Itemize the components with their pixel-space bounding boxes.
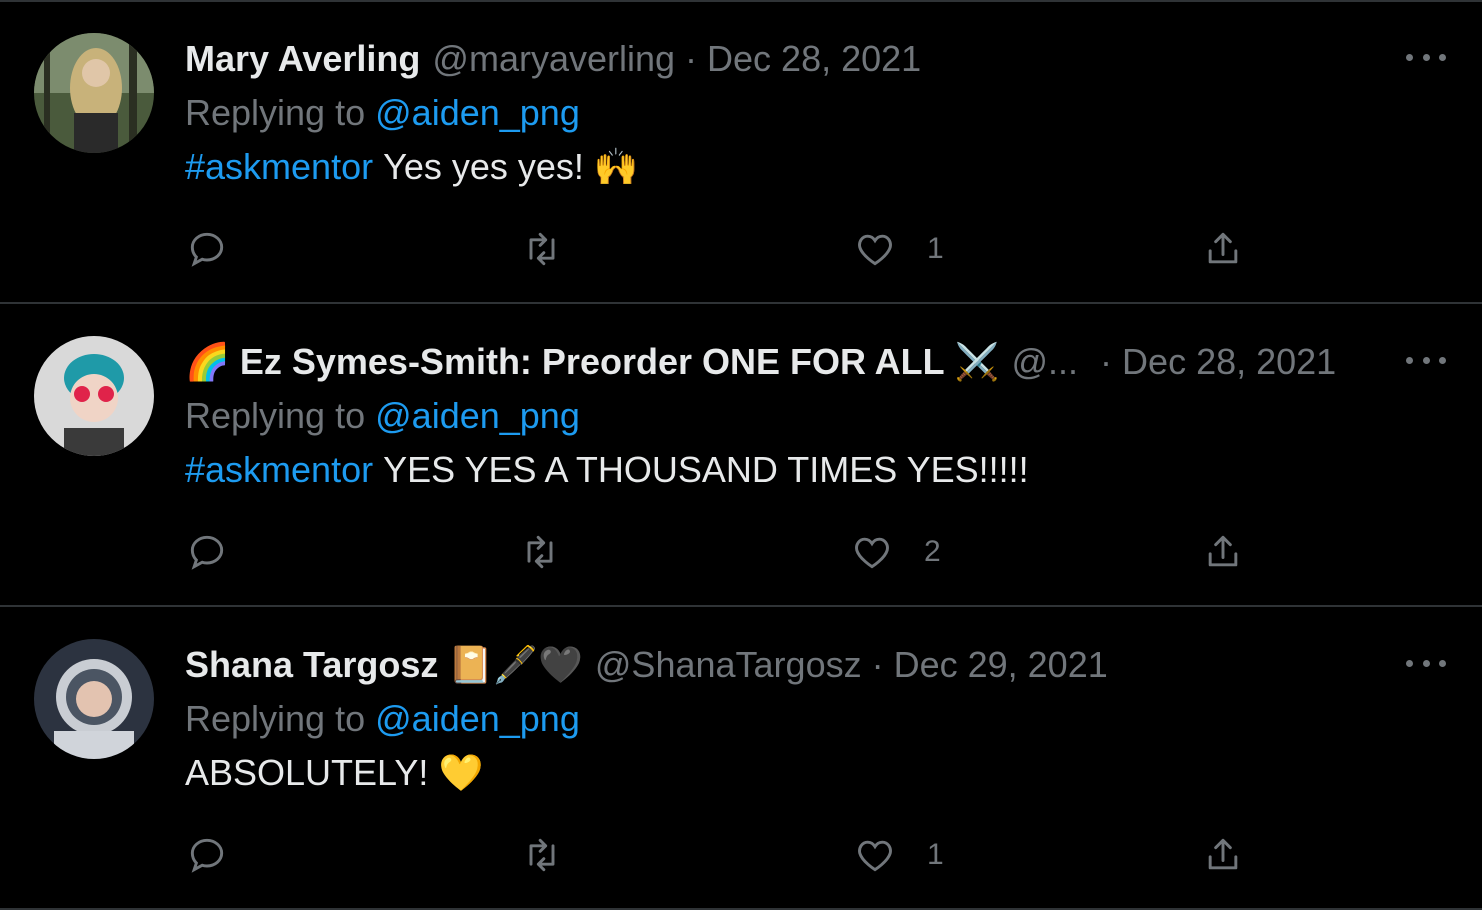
handle[interactable]: @maryaverling — [432, 38, 675, 80]
retweet-icon — [529, 838, 555, 872]
like-icon — [855, 537, 889, 569]
tweet-text: #askmentor Yes yes yes! 🙌 — [185, 146, 639, 188]
retweet-button[interactable] — [518, 528, 562, 576]
action-bar: 2 — [185, 528, 1245, 576]
crossed-swords-emoji: ⚔️ — [954, 341, 1000, 382]
timestamp[interactable]: Dec 29, 2021 — [894, 644, 1108, 686]
tweet-header: Shana Targosz 📔🖋️🖤 @ShanaTargosz · Dec 2… — [185, 642, 1108, 688]
tweet-text: ABSOLUTELY! 💛 — [185, 752, 483, 794]
share-button[interactable] — [1201, 528, 1245, 576]
share-icon — [1208, 232, 1238, 264]
more-icon[interactable] — [1406, 42, 1446, 72]
reply-button[interactable] — [185, 225, 229, 273]
like-icon — [858, 234, 892, 266]
retweet-icon — [527, 535, 553, 569]
reply-button[interactable] — [185, 528, 229, 576]
retweet-button[interactable] — [520, 225, 564, 273]
mention-link[interactable]: @aiden_png — [375, 395, 580, 436]
action-bar: 1 — [185, 225, 1245, 273]
replying-to: Replying to @aiden_png — [185, 92, 580, 134]
reply-icon — [190, 838, 224, 873]
tweet[interactable]: 🌈 Ez Symes-Smith: Preorder ONE FOR ALL ⚔… — [0, 303, 1482, 606]
display-name[interactable]: Mary Averling — [185, 38, 420, 80]
yellow-heart-emoji: 💛 — [438, 752, 484, 793]
replying-prefix: Replying to — [185, 698, 366, 739]
tweet-body: ABSOLUTELY! — [185, 752, 429, 793]
rainbow-emoji: 🌈 — [185, 341, 230, 382]
handle[interactable]: @ShanaTargosz — [595, 644, 862, 686]
raising-hands-emoji: 🙌 — [593, 146, 639, 187]
avatar[interactable] — [34, 336, 154, 456]
reply-icon — [190, 535, 224, 570]
mention-link[interactable]: @aiden_png — [375, 698, 580, 739]
replying-to: Replying to @aiden_png — [185, 698, 580, 740]
reply-button[interactable] — [185, 831, 229, 879]
share-button[interactable] — [1201, 225, 1245, 273]
like-count: 1 — [927, 838, 944, 871]
replying-prefix: Replying to — [185, 92, 366, 133]
timestamp[interactable]: Dec 28, 2021 — [707, 38, 921, 80]
separator: · — [871, 644, 884, 685]
more-icon[interactable] — [1406, 648, 1446, 678]
like-button[interactable]: 1 — [853, 831, 944, 879]
tweet-text: #askmentor YES YES A THOUSAND TIMES YES!… — [185, 449, 1029, 491]
tweet-header: Mary Averling @maryaverling · Dec 28, 20… — [185, 36, 921, 82]
avatar[interactable] — [34, 639, 154, 759]
tweet-body: Yes yes yes! — [383, 146, 584, 187]
display-name[interactable]: Shana Targosz — [185, 644, 438, 686]
handle[interactable]: @... — [1011, 341, 1078, 383]
more-icon[interactable] — [1406, 345, 1446, 375]
avatar[interactable] — [34, 33, 154, 153]
action-bar: 1 — [185, 831, 1245, 879]
like-button[interactable]: 1 — [853, 225, 944, 273]
timestamp[interactable]: Dec 28, 2021 — [1122, 341, 1336, 383]
tweet-header: 🌈 Ez Symes-Smith: Preorder ONE FOR ALL ⚔… — [185, 339, 1336, 385]
like-count: 2 — [924, 535, 941, 568]
hashtag-link[interactable]: #askmentor — [185, 146, 373, 188]
tweet-body: YES YES A THOUSAND TIMES YES!!!!! — [383, 449, 1029, 490]
separator: · — [1100, 341, 1113, 382]
replying-to: Replying to @aiden_png — [185, 395, 580, 437]
like-icon — [858, 840, 892, 872]
retweet-icon — [529, 232, 555, 266]
like-count: 1 — [927, 232, 944, 265]
separator: · — [685, 38, 698, 79]
share-icon — [1208, 535, 1238, 567]
display-name[interactable]: Ez Symes-Smith: Preorder ONE FOR ALL — [240, 341, 945, 383]
hashtag-link[interactable]: #askmentor — [185, 449, 373, 491]
reply-icon — [190, 232, 224, 267]
mention-link[interactable]: @aiden_png — [375, 92, 580, 133]
retweet-button[interactable] — [520, 831, 564, 879]
tweet[interactable]: Shana Targosz 📔🖋️🖤 @ShanaTargosz · Dec 2… — [0, 606, 1482, 909]
share-icon — [1208, 838, 1238, 870]
notebook-pen-heart-emoji: 📔🖋️🖤 — [448, 644, 583, 685]
like-button[interactable]: 2 — [850, 528, 941, 576]
share-button[interactable] — [1201, 831, 1245, 879]
replying-prefix: Replying to — [185, 395, 366, 436]
tweet[interactable]: Mary Averling @maryaverling · Dec 28, 20… — [0, 0, 1482, 303]
